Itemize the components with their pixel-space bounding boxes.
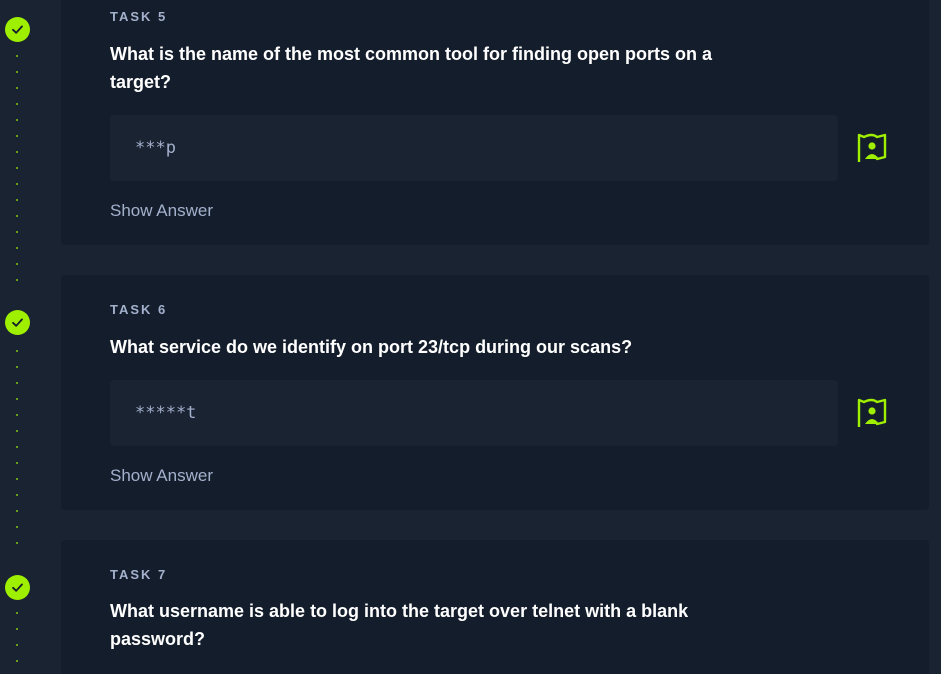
task-5-complete-check-icon — [5, 17, 30, 42]
task-5-show-answer-link[interactable]: Show Answer — [110, 201, 213, 221]
timeline-dot — [16, 446, 18, 448]
timeline-dot — [16, 612, 18, 614]
timeline-dot — [16, 263, 18, 265]
task-5-card: TASK 5 What is the name of the most comm… — [61, 0, 929, 245]
timeline-dot — [16, 660, 18, 662]
timeline-dot — [16, 215, 18, 217]
timeline-dot — [16, 398, 18, 400]
task-6-label: TASK 6 — [110, 302, 168, 317]
task-6-show-answer-link[interactable]: Show Answer — [110, 466, 213, 486]
timeline-dot — [16, 87, 18, 89]
task-6-submit-flag-icon[interactable] — [856, 397, 888, 429]
task-7-card: TASK 7 What username is able to log into… — [61, 540, 929, 674]
task-7-question: What username is able to log into the ta… — [110, 601, 689, 649]
timeline-dot — [16, 628, 18, 630]
task-6-complete-check-icon — [5, 310, 30, 335]
timeline-dot — [16, 119, 18, 121]
timeline-dot — [16, 183, 18, 185]
timeline-dot — [16, 366, 18, 368]
timeline-dot — [16, 414, 18, 416]
timeline-dot — [16, 151, 18, 153]
timeline-dot — [16, 382, 18, 384]
timeline-dot — [16, 199, 18, 201]
task-7-label: TASK 7 — [110, 567, 168, 582]
timeline-dot — [16, 279, 18, 281]
timeline-dot — [16, 478, 18, 480]
timeline-dot — [16, 71, 18, 73]
task-7-complete-check-icon — [5, 575, 30, 600]
timeline-dot — [16, 103, 18, 105]
timeline-dot — [16, 494, 18, 496]
timeline-dot — [16, 350, 18, 352]
timeline-dot — [16, 430, 18, 432]
timeline-dot — [16, 462, 18, 464]
tasks-page: TASK 5 What is the name of the most comm… — [0, 0, 941, 674]
timeline-dot — [16, 55, 18, 57]
task-6-question: What service do we identify on port 23/t… — [110, 337, 633, 357]
task-5-answer-input[interactable]: ***p — [110, 115, 838, 181]
progress-timeline — [0, 0, 40, 674]
timeline-dot — [16, 231, 18, 233]
timeline-dot — [16, 167, 18, 169]
timeline-dot — [16, 247, 18, 249]
timeline-dot — [16, 526, 18, 528]
task-5-label: TASK 5 — [110, 9, 168, 24]
task-6-answer-input[interactable]: *****t — [110, 380, 838, 446]
task-6-card: TASK 6 What service do we identify on po… — [61, 275, 929, 510]
timeline-dot — [16, 644, 18, 646]
task-5-question: What is the name of the most common tool… — [110, 44, 712, 92]
timeline-dot — [16, 542, 18, 544]
timeline-dot — [16, 135, 18, 137]
task-5-submit-flag-icon[interactable] — [856, 132, 888, 164]
timeline-dot — [16, 510, 18, 512]
